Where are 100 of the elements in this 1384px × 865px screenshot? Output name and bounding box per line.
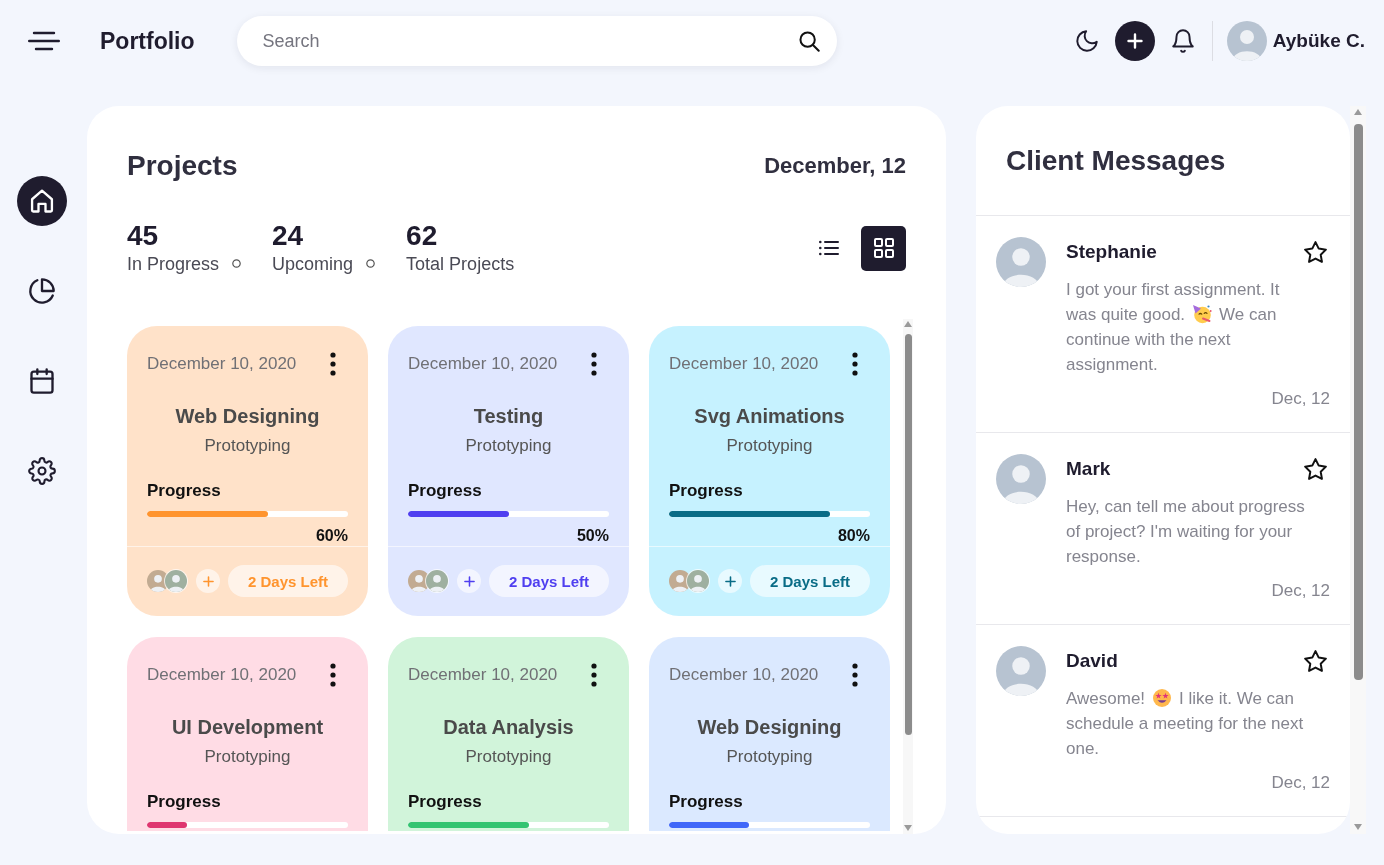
plus-icon [724, 575, 736, 587]
avatar-placeholder [426, 570, 448, 592]
ring-icon [366, 259, 376, 268]
days-left-badge: 2 Days Left [489, 565, 609, 597]
days-left-badge: 2 Days Left [228, 565, 348, 597]
search-field[interactable]: Search [236, 16, 837, 66]
card-subtitle: Prototyping [465, 435, 552, 457]
caret-down-icon[interactable] [904, 825, 912, 831]
card-subtitle: Prototyping [726, 435, 813, 457]
user-name[interactable]: Aybüke C. [1272, 30, 1365, 52]
more-icon[interactable] [852, 663, 858, 687]
calendar-icon [28, 367, 56, 395]
avatar-placeholder [996, 646, 1046, 696]
bell-icon[interactable] [1169, 28, 1196, 54]
more-icon[interactable] [591, 352, 597, 376]
avatar-placeholder [165, 570, 187, 592]
stat-label: In Progress [127, 253, 220, 276]
plus-icon [202, 575, 214, 587]
message-date: Dec, 12 [1271, 772, 1330, 794]
project-card[interactable]: December 10, 2020 Testing Prototyping Progress 50% 2 Days Left [388, 326, 629, 616]
add-member-button[interactable] [718, 569, 742, 593]
message-text: Hey, can tell me about progress of project? I'm waiting for your response. [1066, 496, 1306, 568]
stat-value: 45 [127, 220, 159, 252]
scrollbar-thumb[interactable] [904, 334, 912, 735]
card-subtitle: Prototyping [204, 746, 291, 768]
message-date: Dec, 12 [1271, 580, 1330, 602]
sender-name: Mark [1066, 458, 1111, 480]
project-card[interactable]: December 10, 2020 Web Designing Prototyping Progress 60% 2 Days Left [127, 326, 368, 616]
caret-up-icon[interactable] [904, 321, 912, 327]
star-icon[interactable] [1303, 648, 1328, 674]
star-icon[interactable] [1303, 456, 1328, 482]
moon-icon[interactable] [1073, 28, 1100, 54]
home-icon [28, 187, 56, 215]
panel-title: Client Messages [1006, 144, 1226, 177]
project-card[interactable]: December 10, 2020 UI Development Prototyping Progress [127, 637, 368, 831]
more-icon[interactable] [591, 663, 597, 687]
progress-label: Progress [669, 791, 743, 813]
days-left-badge: 2 Days Left [750, 565, 870, 597]
ring-icon [232, 259, 242, 268]
avatar-placeholder [996, 454, 1046, 504]
avatar-placeholder [996, 237, 1046, 287]
stat-value: 24 [272, 220, 304, 252]
card-date: December 10, 2020 [147, 354, 297, 374]
card-title: Svg Animations [694, 404, 845, 429]
progress-percent: 50% [576, 526, 609, 546]
card-title: Testing [473, 404, 544, 429]
star-struck-face-icon [1152, 688, 1173, 708]
caret-up-icon[interactable] [1354, 109, 1362, 115]
app-title: Portfolio [100, 27, 195, 55]
caret-down-icon[interactable] [1354, 824, 1362, 830]
card-title: UI Development [171, 715, 324, 740]
card-date: December 10, 2020 [408, 354, 558, 374]
search-icon[interactable] [797, 30, 820, 52]
card-title: Web Designing [697, 715, 842, 740]
partying-face-icon [1192, 304, 1213, 324]
settings-icon [28, 457, 56, 485]
progress-percent: 80% [837, 526, 870, 546]
scrollbar[interactable] [1350, 106, 1366, 834]
progress-label: Progress [408, 480, 482, 502]
card-date: December 10, 2020 [147, 665, 297, 685]
more-icon[interactable] [330, 352, 336, 376]
card-subtitle: Prototyping [204, 435, 291, 457]
card-date: December 10, 2020 [669, 665, 819, 685]
card-title: Web Designing [175, 404, 320, 429]
add-member-button[interactable] [457, 569, 481, 593]
more-icon[interactable] [852, 352, 858, 376]
project-card[interactable]: December 10, 2020 Svg Animations Prototyping Progress 80% 2 Days Left [649, 326, 890, 616]
stat-label: Upcoming [272, 253, 354, 276]
add-button[interactable] [1114, 21, 1155, 61]
card-date: December 10, 2020 [408, 665, 558, 685]
message-text: I got your first assignment. It was quite good. We can continue with the next assignment. [1066, 279, 1281, 376]
avatar-placeholder [687, 570, 709, 592]
project-card[interactable]: December 10, 2020 Data Analysis Prototyping Progress [388, 637, 629, 831]
stat-value: 62 [406, 220, 438, 252]
plus-icon [463, 575, 475, 587]
progress-label: Progress [147, 791, 221, 813]
progress-percent: 60% [315, 526, 348, 546]
menu-icon[interactable] [28, 31, 60, 51]
progress-label: Progress [147, 480, 221, 502]
pie-chart-icon [28, 277, 56, 305]
date-label: December, 12 [764, 153, 906, 179]
sidebar-button[interactable] [17, 176, 67, 226]
grid-icon [871, 236, 896, 260]
stat-label: Total Projects [406, 253, 515, 276]
message-date: Dec, 12 [1271, 388, 1330, 410]
sender-name: David [1066, 650, 1118, 672]
progress-label: Progress [408, 791, 482, 813]
sender-name: Stephanie [1066, 241, 1157, 263]
scrollbar-thumb[interactable] [1353, 124, 1363, 680]
scrollbar[interactable] [903, 319, 913, 834]
card-title: Data Analysis [443, 715, 574, 740]
panel-title: Projects [127, 150, 238, 182]
more-icon[interactable] [330, 663, 336, 687]
progress-label: Progress [669, 480, 743, 502]
message-text: Awesome! I like it. We can schedule a meeting for the next one. [1066, 687, 1305, 760]
card-subtitle: Prototyping [726, 746, 813, 768]
card-subtitle: Prototyping [465, 746, 552, 768]
grid-view-button[interactable] [861, 225, 906, 271]
project-card[interactable]: December 10, 2020 Web Designing Prototyping Progress [649, 637, 890, 831]
star-icon[interactable] [1303, 239, 1328, 265]
